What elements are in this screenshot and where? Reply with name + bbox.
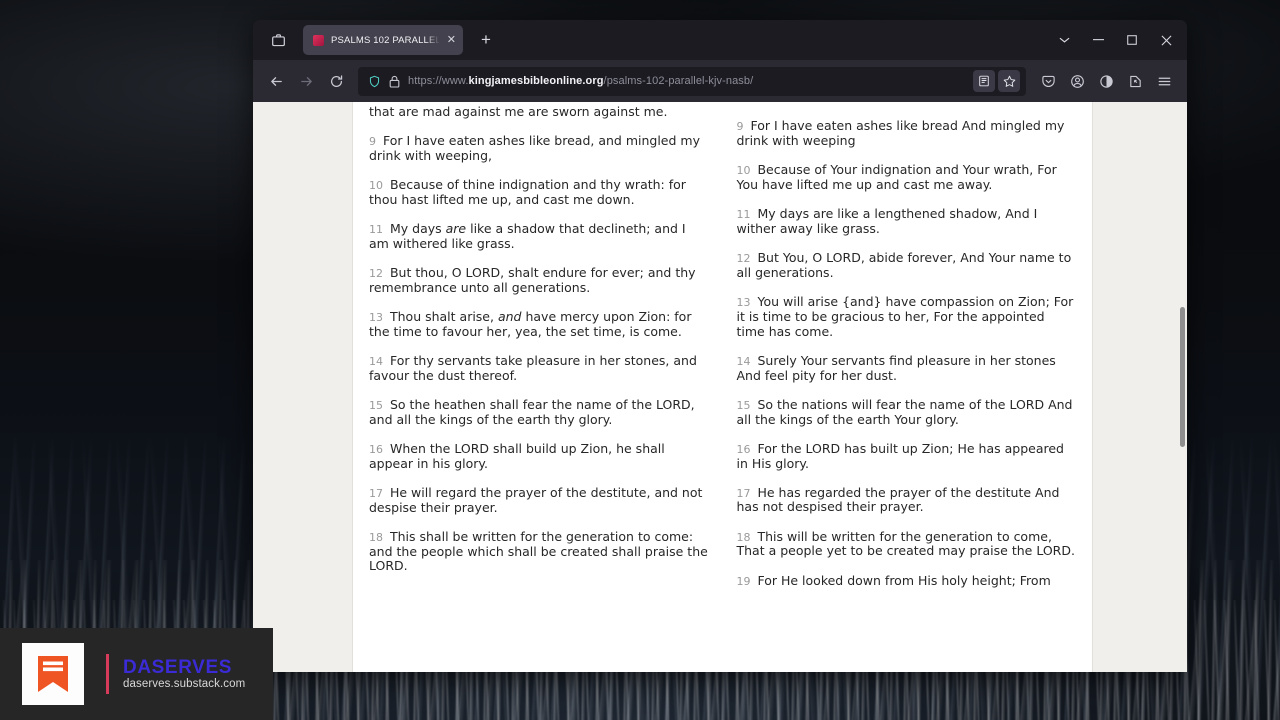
list-all-tabs-icon[interactable] bbox=[1047, 20, 1081, 60]
page-scrollbar[interactable] bbox=[1179, 102, 1186, 672]
account-icon[interactable] bbox=[1063, 67, 1091, 95]
address-bar[interactable]: https://www.kingjamesbibleonline.org/psa… bbox=[358, 66, 1026, 96]
verse-number: 15 bbox=[736, 398, 751, 412]
verse-number: 17 bbox=[369, 486, 383, 500]
bookmark-logo-icon bbox=[22, 643, 84, 705]
extensions-icon[interactable] bbox=[1121, 67, 1149, 95]
reload-button-icon[interactable] bbox=[322, 67, 350, 95]
maximize-button[interactable] bbox=[1115, 20, 1149, 60]
forward-button-icon[interactable] bbox=[292, 67, 320, 95]
tab-strip: PSALMS 102 PARALLEL KJV AN ✕ + bbox=[253, 20, 1187, 60]
back-button-icon[interactable] bbox=[262, 67, 290, 95]
scrollbar-thumb[interactable] bbox=[1180, 307, 1185, 447]
verse-14: 14 Surely Your servants find pleasure in… bbox=[736, 352, 1056, 383]
verse-number: 19 bbox=[736, 574, 751, 588]
watermark-divider bbox=[106, 654, 109, 694]
verse-11: 11 My days are like a shadow that declin… bbox=[369, 220, 686, 251]
verse-17: 17 He has regarded the prayer of the des… bbox=[736, 484, 1060, 515]
pocket-icon[interactable] bbox=[1034, 67, 1062, 95]
verse-14: 14 For thy servants take pleasure in her… bbox=[369, 352, 697, 383]
application-menu-icon[interactable] bbox=[1150, 67, 1178, 95]
watermark-subtitle: daserves.substack.com bbox=[123, 678, 246, 691]
browser-tab[interactable]: PSALMS 102 PARALLEL KJV AN ✕ bbox=[303, 25, 463, 55]
verse-16: 16 For the LORD has built up Zion; He ha… bbox=[736, 440, 1065, 471]
verse-number: 9 bbox=[736, 120, 744, 134]
page-right-margin bbox=[1092, 102, 1187, 672]
watermark-title: DASERVES bbox=[123, 656, 232, 678]
minimize-button[interactable] bbox=[1081, 20, 1115, 60]
verse-italic-word: and bbox=[497, 308, 522, 324]
verse-italic-word: are bbox=[445, 220, 467, 236]
verse-15: 15 So the nations will fear the name of … bbox=[736, 396, 1073, 427]
top-clip bbox=[353, 102, 1092, 106]
verse-number: 12 bbox=[369, 266, 383, 280]
window-controls bbox=[1047, 20, 1183, 60]
verse-number: 18 bbox=[736, 530, 751, 544]
verse-13: 13 Thou shalt arise, and have mercy upon… bbox=[369, 308, 692, 339]
firefox-view-icon[interactable] bbox=[263, 27, 293, 53]
verse-16: 16 When the LORD shall build up Zion, he… bbox=[369, 440, 665, 471]
nasb-column: who deride me have used my {name} as a c… bbox=[737, 102, 1077, 603]
verse-number: 13 bbox=[369, 310, 383, 324]
verse-number: 12 bbox=[736, 252, 751, 266]
verse-number: 18 bbox=[369, 530, 383, 544]
watermark-text: DASERVES daserves.substack.com bbox=[123, 656, 246, 691]
verse-18: 18 This will be written for the generati… bbox=[736, 528, 1075, 559]
url-text: https://www.kingjamesbibleonline.org/psa… bbox=[408, 75, 754, 87]
container-tabs-icon[interactable] bbox=[1092, 67, 1120, 95]
verse-number: 13 bbox=[736, 296, 751, 310]
verse-15: 15 So the heathen shall fear the name of… bbox=[369, 396, 695, 427]
kjv-column: 8 Mine enemies reproach me all the day; … bbox=[369, 102, 713, 603]
verse-10: 10 Because of thine indignation and thy … bbox=[369, 176, 686, 207]
new-tab-button[interactable]: + bbox=[473, 27, 499, 53]
verse-12: 12 But You, O LORD, abide forever, And Y… bbox=[736, 250, 1072, 280]
verse-17: 17 He will regard the prayer of the dest… bbox=[369, 484, 703, 515]
verse-number: 10 bbox=[369, 178, 383, 192]
verse-number: 15 bbox=[369, 398, 383, 412]
verse-12: 12 But thou, O LORD, shalt endure for ev… bbox=[369, 264, 696, 295]
shield-icon[interactable] bbox=[368, 75, 381, 88]
page-viewport: 8 Mine enemies reproach me all the day; … bbox=[253, 102, 1187, 672]
verse-number: 16 bbox=[369, 442, 383, 456]
page-left-margin bbox=[253, 102, 353, 672]
verse-11: 11 My days are like a lengthened shadow,… bbox=[736, 206, 1038, 236]
verse-number: 17 bbox=[736, 486, 751, 500]
lock-icon[interactable] bbox=[389, 75, 400, 88]
verse-9: 9 For I have eaten ashes like bread, and… bbox=[369, 132, 700, 163]
bookmark-star-icon[interactable] bbox=[998, 70, 1020, 92]
close-window-button[interactable] bbox=[1149, 20, 1183, 60]
page-content: 8 Mine enemies reproach me all the day; … bbox=[353, 102, 1092, 672]
verse-number: 11 bbox=[736, 208, 751, 222]
verse-number: 14 bbox=[369, 354, 383, 368]
desktop-background: PSALMS 102 PARALLEL KJV AN ✕ + bbox=[0, 0, 1280, 720]
verse-19: 19 For He looked down from His holy heig… bbox=[736, 572, 1051, 588]
close-icon[interactable]: ✕ bbox=[447, 34, 456, 46]
reader-view-icon[interactable] bbox=[973, 70, 995, 92]
verse-9: 9 For I have eaten ashes like bread And … bbox=[736, 118, 1065, 148]
tab-title: PSALMS 102 PARALLEL KJV AN bbox=[331, 34, 440, 46]
toolbar-extras bbox=[1034, 67, 1178, 95]
verse-18: 18 This shall be written for the generat… bbox=[369, 528, 708, 574]
browser-window: PSALMS 102 PARALLEL KJV AN ✕ + bbox=[253, 20, 1187, 672]
verse-number: 11 bbox=[369, 222, 383, 236]
verse-number: 14 bbox=[736, 354, 751, 368]
parallel-verse-columns: 8 Mine enemies reproach me all the day; … bbox=[353, 102, 1092, 603]
verse-number: 10 bbox=[736, 164, 751, 178]
verse-10: 10 Because of Your indignation and Your … bbox=[736, 162, 1057, 192]
channel-watermark: DASERVES daserves.substack.com bbox=[0, 628, 273, 720]
verse-13: 13 You will arise {and} have compassion … bbox=[736, 294, 1074, 339]
verse-number: 16 bbox=[736, 442, 751, 456]
navigation-toolbar: https://www.kingjamesbibleonline.org/psa… bbox=[253, 60, 1187, 102]
site-favicon bbox=[313, 34, 324, 46]
verse-number: 9 bbox=[369, 134, 376, 148]
